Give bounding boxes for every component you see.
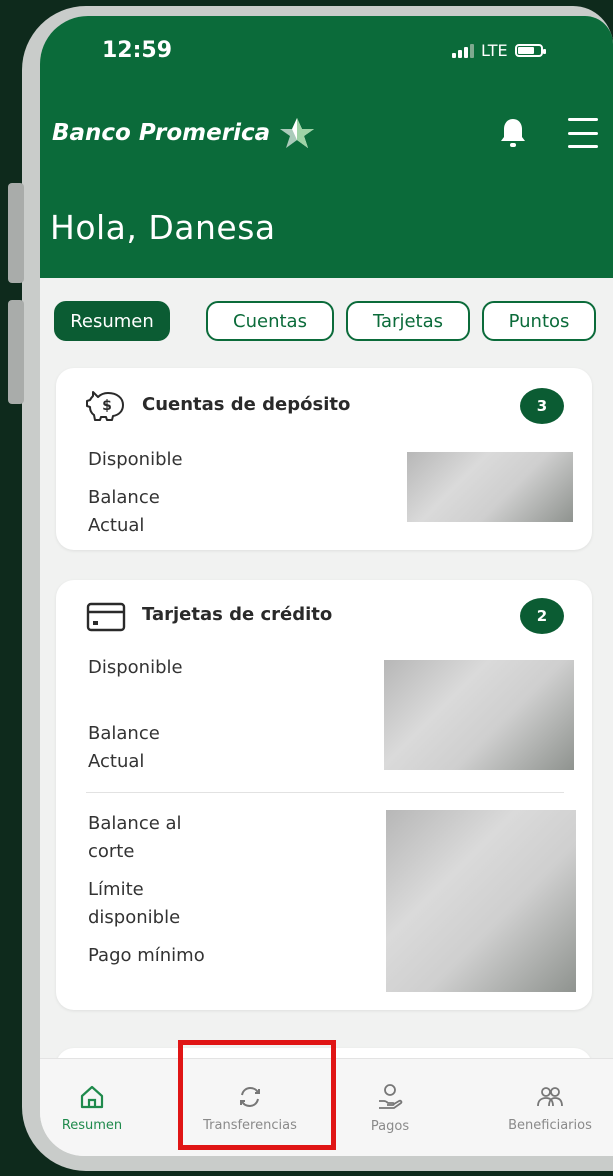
tab-puntos[interactable]: Puntos	[482, 301, 596, 341]
credit-card-title: Tarjetas de crédito	[142, 604, 333, 625]
available-limit-label: Límite disponible	[88, 879, 181, 928]
statement-amounts-redacted	[386, 810, 576, 992]
status-indicators: LTE	[452, 41, 546, 60]
notification-bell-icon[interactable]	[498, 116, 528, 150]
statement-balance-label: Balance al corte	[88, 813, 182, 862]
hamburger-menu-icon[interactable]	[568, 118, 598, 148]
transferencias-highlight-box	[178, 1040, 336, 1150]
app-screen: 12:59 LTE Banco Promerica Hola, Danesa R…	[40, 16, 613, 1156]
svg-text:$: $	[102, 398, 112, 414]
nav-pagos-label: Pagos	[370, 1118, 410, 1134]
hand-coin-icon	[379, 1083, 403, 1109]
credit-balance-label: Balance Actual	[88, 723, 160, 772]
credit-cards-card[interactable]: Tarjetas de crédito 2 Disponible Balance…	[56, 580, 592, 1010]
credit-card-divider	[86, 792, 564, 793]
tab-resumen[interactable]: Resumen	[54, 301, 170, 341]
deposit-card-title: Cuentas de depósito	[142, 394, 351, 415]
tab-cuentas[interactable]: Cuentas	[206, 301, 334, 341]
deposit-amounts-redacted	[407, 452, 573, 522]
brand-name: Banco Promerica	[52, 120, 271, 146]
credit-card-icon	[86, 602, 126, 632]
credit-available-label: Disponible	[88, 657, 183, 678]
credit-count-badge: 2	[520, 598, 564, 634]
brand-logo: Banco Promerica	[52, 116, 316, 150]
tab-tarjetas[interactable]: Tarjetas	[346, 301, 470, 341]
deposit-accounts-card[interactable]: $ Cuentas de depósito 3 Disponible Balan…	[56, 368, 592, 550]
minimum-payment-label: Pago mínimo	[88, 945, 205, 966]
nav-resumen[interactable]: Resumen	[40, 1059, 144, 1156]
deposit-balance-label: Balance Actual	[88, 487, 160, 536]
nav-pagos[interactable]: Pagos	[350, 1059, 430, 1156]
nav-resumen-label: Resumen	[61, 1117, 123, 1133]
greeting-title: Hola, Danesa	[50, 208, 276, 247]
network-label: LTE	[481, 41, 508, 60]
signal-icon	[452, 43, 474, 58]
nav-beneficiarios[interactable]: Beneficiarios	[490, 1059, 610, 1156]
app-header: 12:59 LTE Banco Promerica Hola, Danesa	[40, 16, 613, 278]
battery-icon	[514, 44, 546, 57]
summary-content: Resumen Cuentas Tarjetas Puntos $ Cuenta…	[40, 278, 613, 1108]
home-icon	[80, 1085, 104, 1108]
phone-side-button-upper	[8, 183, 24, 283]
users-icon	[537, 1086, 563, 1106]
deposit-count-badge: 3	[520, 388, 564, 424]
phone-side-button-lower	[8, 300, 24, 404]
credit-amounts-redacted	[384, 660, 574, 770]
star-logo-icon	[280, 118, 315, 148]
deposit-available-label: Disponible	[88, 449, 183, 470]
nav-beneficiarios-label: Beneficiarios	[508, 1117, 592, 1133]
status-time: 12:59	[102, 38, 173, 63]
piggy-bank-dollar-icon: $	[86, 391, 124, 421]
